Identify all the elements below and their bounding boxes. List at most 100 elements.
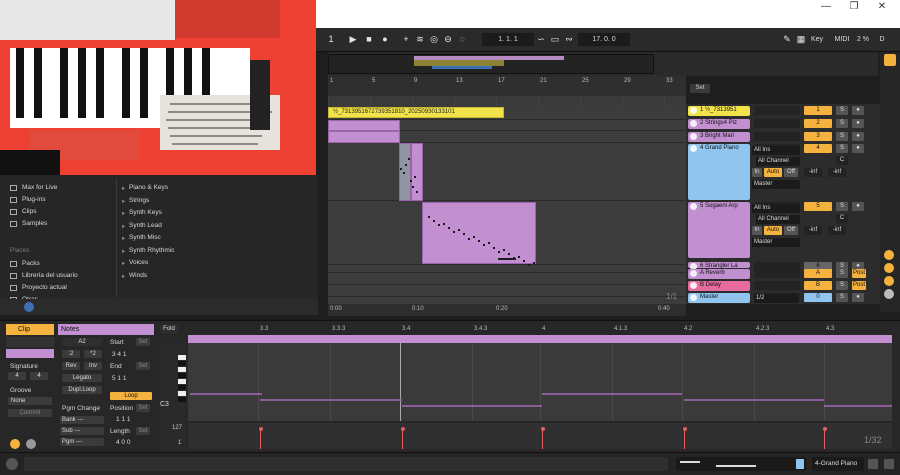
editor-ruler[interactable]: 3.3 3.3.3 3.4 3.4.3 4 4.1.3 4.2 4.2.3 4.3 <box>188 325 892 335</box>
track-header[interactable]: 5 Sogaeni Arp <box>688 202 750 258</box>
track-activator[interactable]: 3 <box>804 132 832 141</box>
piano-key[interactable] <box>178 361 186 366</box>
piano-key[interactable] <box>178 397 186 402</box>
midi-note[interactable] <box>260 399 402 401</box>
draw-mode-icon[interactable]: ✎ <box>782 33 792 46</box>
arm-button[interactable]: ● <box>852 106 864 115</box>
velocity-marker[interactable] <box>258 427 263 431</box>
midi-note-grid[interactable] <box>188 343 892 421</box>
input-type-select[interactable]: All Ins <box>752 204 800 213</box>
clip-color-select[interactable] <box>6 349 54 358</box>
session-record-icon[interactable]: ⊖ <box>442 33 454 46</box>
output-select[interactable]: Master <box>752 180 800 189</box>
output-select[interactable]: Master <box>752 238 800 247</box>
cue-icon[interactable] <box>884 289 894 299</box>
d-button[interactable]: D <box>876 33 888 46</box>
track-header[interactable]: 3 Bright Mari <box>688 132 750 142</box>
solo-button[interactable]: S <box>836 293 848 302</box>
browser-folder[interactable]: Strings <box>129 197 149 204</box>
arrangement-view[interactable]: 1 5 9 13 17 21 25 29 33 ½_7313951672739351810_20… <box>328 76 686 316</box>
browser-folder[interactable]: Synth Misc <box>129 234 161 241</box>
piano-view-icon[interactable] <box>884 459 894 469</box>
loop-brace[interactable] <box>188 335 892 343</box>
signature-denominator[interactable]: 4 <box>30 372 48 380</box>
close-icon[interactable]: ✕ <box>868 0 896 14</box>
midi-note[interactable] <box>190 393 262 395</box>
invert-button[interactable]: Inv <box>84 362 102 370</box>
piano-key[interactable] <box>178 379 186 384</box>
legato-button[interactable]: Legato <box>62 374 102 382</box>
midi-note[interactable] <box>684 399 824 401</box>
stop-button[interactable]: ■ <box>362 33 376 46</box>
browser-folder[interactable]: Voices <box>129 259 148 266</box>
browser-place[interactable]: Packs <box>22 260 40 267</box>
browser-folder[interactable]: Piano & Keys <box>129 184 168 191</box>
track-fold-icon[interactable] <box>690 294 697 301</box>
notes-tab[interactable]: Notes <box>58 324 154 335</box>
loop-icon[interactable]: ◌ <box>456 33 468 46</box>
track-header[interactable]: A Reverb <box>688 269 750 279</box>
end-value[interactable]: 5 1 1 <box>112 375 126 382</box>
piano-key[interactable] <box>178 385 186 390</box>
track-header[interactable]: 1 ½_7313951 <box>688 106 750 116</box>
post-button[interactable]: Post <box>852 281 866 290</box>
bar-ruler[interactable]: 1 5 9 13 17 21 25 29 33 <box>328 76 686 96</box>
maximize-icon[interactable]: ❐ <box>840 0 868 14</box>
browser-folder[interactable]: Synth Lead <box>129 222 162 229</box>
solo-button[interactable]: S <box>836 119 848 128</box>
keyboard-view-icon[interactable] <box>868 459 878 469</box>
track-fold-icon[interactable] <box>690 120 697 127</box>
browser-category[interactable]: Plug-ins <box>22 196 45 203</box>
track-header[interactable]: B Delay <box>688 281 750 291</box>
browser-category[interactable]: Samples <box>22 220 47 227</box>
loop-length[interactable]: 17. 0. 0 <box>578 33 630 46</box>
add-folder-icon[interactable] <box>24 302 34 312</box>
browser-place[interactable]: Proyecto actual <box>22 284 67 291</box>
arm-button[interactable]: ● <box>852 119 864 128</box>
track-fold-icon[interactable] <box>690 145 697 152</box>
audio-clip[interactable]: ½_7313951672739351810_20250930133101 <box>328 107 504 118</box>
master-output-select[interactable]: 1/2 <box>754 294 798 303</box>
position-value[interactable]: 1 1 1 <box>116 416 130 423</box>
browser-category[interactable]: Clips <box>22 208 36 215</box>
arm-button[interactable]: ● <box>852 202 864 211</box>
clip-activator-icon[interactable] <box>10 439 20 449</box>
note-display[interactable]: A2 <box>62 338 102 346</box>
solo-icon[interactable] <box>884 250 894 260</box>
track-header[interactable]: 4 Grand Piano <box>688 144 750 200</box>
halve-button[interactable]: :2 <box>62 350 80 358</box>
arm-button[interactable]: ● <box>852 293 864 302</box>
monitor-off-button[interactable]: Off <box>784 168 798 177</box>
track-fold-icon[interactable] <box>690 133 697 140</box>
loop-toggle[interactable]: Loop <box>110 392 152 400</box>
mute-icon[interactable] <box>884 263 894 273</box>
length-value[interactable]: 4 0 0 <box>116 439 130 446</box>
position-set-button[interactable]: Set <box>136 404 150 412</box>
solo-button[interactable]: S <box>836 144 848 153</box>
signature-numerator[interactable]: 4 <box>8 372 26 380</box>
monitor-off-button[interactable]: Off <box>784 226 798 235</box>
solo-button[interactable]: S <box>836 269 848 278</box>
piano-roll-keys[interactable] <box>160 343 186 421</box>
track-fold-icon[interactable] <box>690 282 697 289</box>
automation-icon[interactable]: ≋ <box>414 33 426 46</box>
track-header[interactable]: 2 Strings4 Piz <box>688 119 750 129</box>
mini-overview[interactable] <box>676 457 806 471</box>
bank-field[interactable]: Bank --- <box>60 416 104 424</box>
clip-tab[interactable]: Clip <box>6 324 54 335</box>
piano-key[interactable] <box>178 367 186 372</box>
monitor-in-button[interactable]: In <box>752 226 762 235</box>
double-button[interactable]: *2 <box>84 350 102 358</box>
play-button[interactable]: ▶ <box>346 33 360 46</box>
monitor-auto-button[interactable]: Auto <box>764 168 782 177</box>
track-header[interactable]: 6 Strangler La <box>688 262 750 270</box>
time-ruler[interactable]: 0:00 0:10 0:20 0:40 <box>328 304 686 316</box>
velocity-lane[interactable] <box>188 423 892 449</box>
velocity-marker[interactable] <box>400 427 405 431</box>
punch-in-icon[interactable]: ∽ <box>536 33 546 46</box>
capture-icon[interactable]: ◎ <box>428 33 440 46</box>
monitor-in-button[interactable]: In <box>752 168 762 177</box>
track-lane-4[interactable] <box>328 143 686 201</box>
track-activator[interactable]: 5 <box>804 202 832 211</box>
pgm-field[interactable]: Pgm --- <box>60 438 104 446</box>
